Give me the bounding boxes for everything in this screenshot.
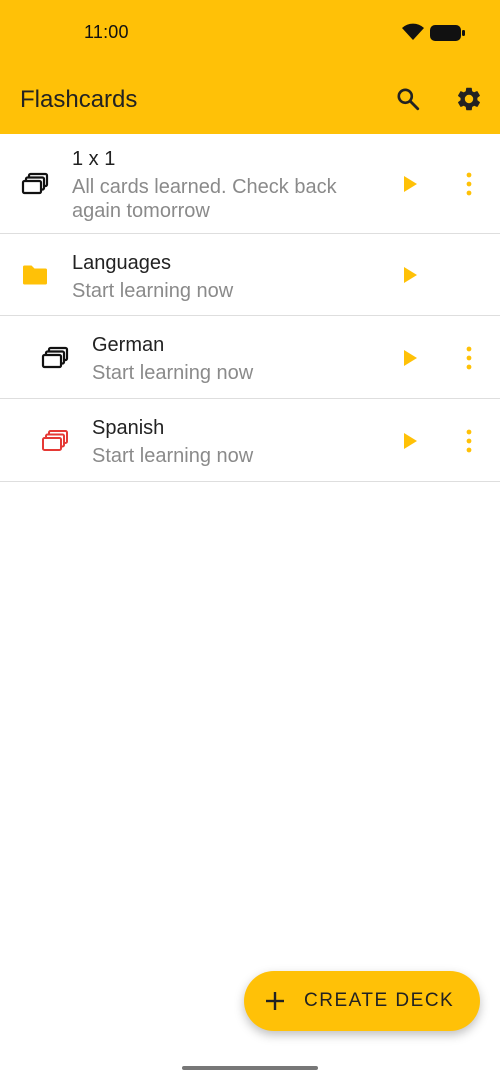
list-item-languages-folder[interactable]: Languages Start learning now (0, 234, 500, 316)
deck-subtitle: Start learning now (92, 445, 254, 467)
play-icon[interactable] (401, 265, 419, 285)
play-icon[interactable] (401, 348, 419, 368)
home-indicator[interactable] (182, 1066, 318, 1070)
folder-icon (20, 262, 50, 288)
search-button[interactable] (393, 84, 423, 114)
deck-subtitle: Start learning now (92, 362, 254, 384)
battery-icon (430, 25, 465, 41)
deck-icon (20, 171, 50, 197)
deck-title: German (92, 334, 165, 356)
status-time: 11:00 (84, 22, 129, 42)
deck-icon (40, 345, 70, 371)
more-options-icon[interactable] (465, 346, 473, 370)
create-deck-button[interactable]: CREATE DECK (244, 971, 480, 1031)
wifi-icon (402, 23, 424, 40)
more-options-icon[interactable] (465, 172, 473, 196)
more-options-icon[interactable] (465, 429, 473, 453)
deck-subtitle: All cards learned. Check back again tomo… (72, 176, 337, 222)
deck-title: 1 x 1 (72, 148, 116, 170)
play-icon[interactable] (401, 431, 419, 451)
list-item-german[interactable]: German Start learning now (0, 316, 500, 399)
settings-button[interactable] (454, 84, 484, 114)
status-bar: 11:00 (0, 0, 500, 66)
deck-icon (40, 428, 70, 454)
folder-title: Languages (72, 252, 171, 274)
play-icon[interactable] (401, 174, 419, 194)
list-item-1x1[interactable]: 1 x 1 All cards learned. Check back agai… (0, 134, 500, 234)
deck-list: 1 x 1 All cards learned. Check back agai… (0, 134, 500, 482)
app-bar: Flashcards (0, 66, 500, 134)
search-icon (397, 88, 420, 111)
deck-title: Spanish (92, 417, 165, 439)
folder-subtitle: Start learning now (72, 280, 234, 302)
plus-icon (266, 992, 284, 1010)
settings-icon (458, 87, 480, 111)
list-item-spanish[interactable]: Spanish Start learning now (0, 399, 500, 482)
create-deck-label: CREATE DECK (304, 990, 455, 1011)
app-title: Flashcards (20, 86, 138, 113)
